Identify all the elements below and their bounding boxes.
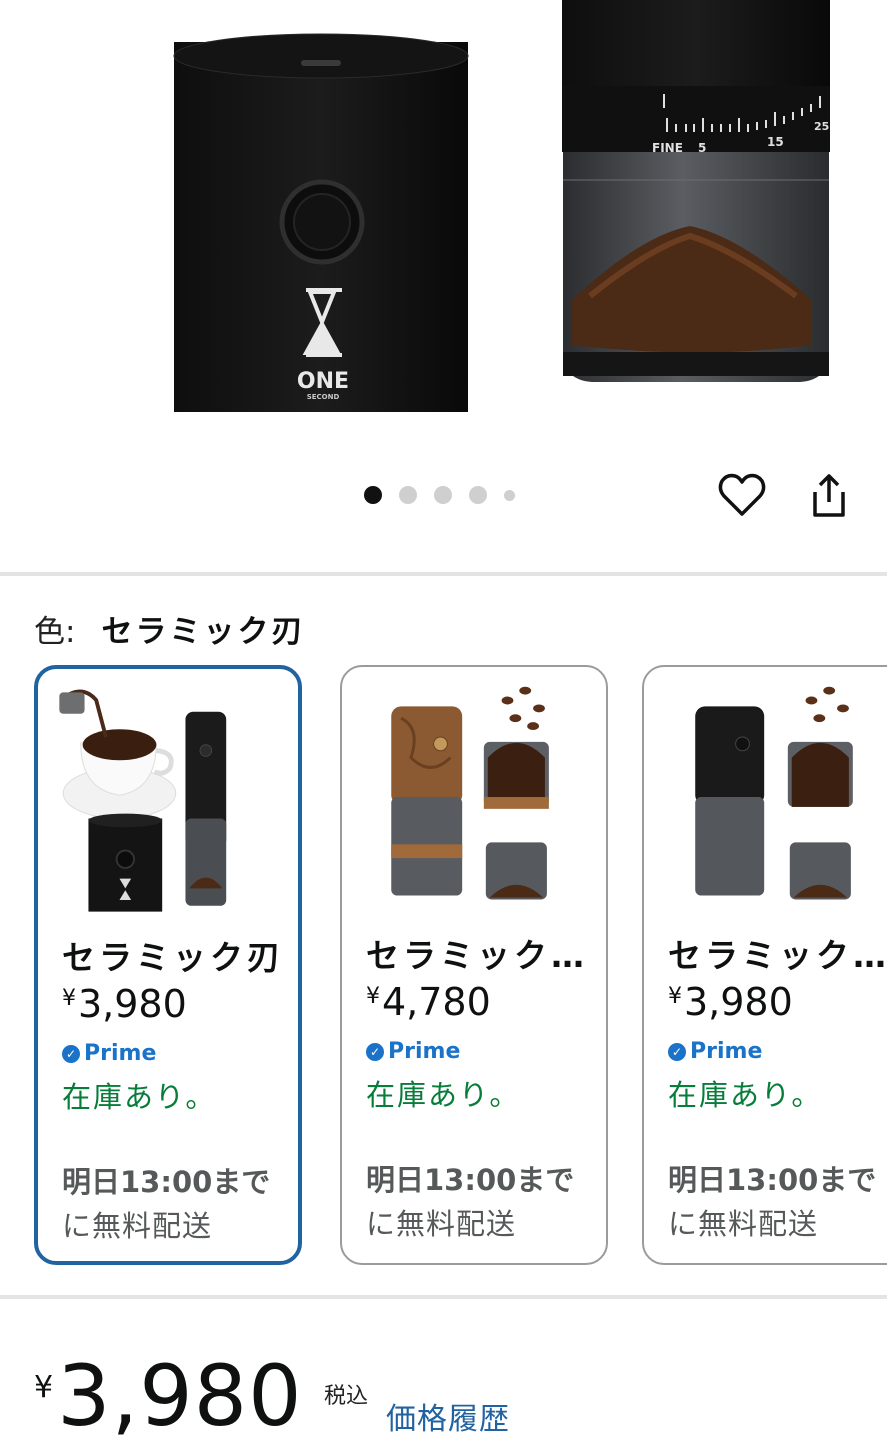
variation-card[interactable]: セラミック… ¥ 4,780 ✓ Prime 在庫あり。 明日13:00まで に…	[340, 665, 608, 1265]
color-value: セラミック刃	[101, 614, 306, 650]
carousel-dot[interactable]	[399, 486, 417, 504]
delivery-note: に無料配送	[62, 1209, 213, 1243]
section-divider	[0, 572, 887, 576]
currency-symbol: ¥	[62, 986, 76, 1011]
prime-label: Prime	[690, 1039, 763, 1064]
wishlist-button[interactable]	[716, 470, 768, 520]
share-icon	[813, 474, 845, 517]
variation-price: ¥ 3,980	[62, 982, 187, 1026]
price-amount: 3,980	[78, 982, 187, 1026]
prime-badge: ✓ Prime	[668, 1039, 762, 1064]
svg-text:25: 25	[814, 120, 829, 133]
stock-status: 在庫あり。	[668, 1078, 823, 1112]
prime-badge: ✓ Prime	[62, 1041, 156, 1066]
variation-thumbnail	[59, 689, 227, 912]
svg-text:ONE: ONE	[297, 369, 349, 394]
share-button[interactable]	[806, 470, 852, 520]
svg-text:15: 15	[767, 135, 784, 149]
delivery-date: 明日13:00まで	[668, 1163, 877, 1197]
variation-thumbnail	[391, 686, 549, 900]
color-label: 色:	[34, 614, 76, 650]
variation-name: セラミック…	[668, 936, 887, 975]
check-icon: ✓	[668, 1042, 686, 1061]
stock-status: 在庫あり。	[366, 1078, 521, 1112]
svg-text:SECOND: SECOND	[307, 393, 340, 401]
variation-name: セラミック刃	[62, 938, 284, 977]
variation-card[interactable]: セラミック… ¥ 3,980 ✓ Prime 在庫あり。 明日13:00まで に…	[642, 665, 887, 1265]
section-divider	[0, 1295, 887, 1299]
stock-status: 在庫あり。	[62, 1080, 217, 1114]
variation-price: ¥ 4,780	[366, 980, 491, 1024]
price-amount: 3,980	[57, 1347, 303, 1445]
color-selection-heading: 色: セラミック刃	[34, 606, 305, 651]
product-image-carousel[interactable]: ONE SECOND FINE 5 15 25	[0, 0, 887, 460]
prime-label: Prime	[388, 1039, 461, 1064]
variation-thumbnail	[695, 686, 853, 900]
heart-icon	[718, 473, 766, 516]
price-amount: 3,980	[684, 980, 793, 1024]
variation-price: ¥ 3,980	[668, 980, 793, 1024]
prime-label: Prime	[84, 1041, 157, 1066]
currency-symbol: ¥	[668, 984, 682, 1009]
product-image: ONE SECOND FINE 5 15 25	[173, 0, 830, 412]
variation-name: セラミック…	[366, 936, 588, 975]
check-icon: ✓	[366, 1042, 384, 1061]
delivery-note: に無料配送	[366, 1207, 517, 1241]
carousel-dot[interactable]	[504, 489, 515, 501]
variation-card[interactable]: セラミック刃 ¥ 3,980 ✓ Prime 在庫あり。 明日13:00まで に…	[34, 665, 302, 1265]
currency-symbol: ¥	[366, 984, 380, 1009]
carousel-pagination[interactable]	[364, 486, 515, 504]
prime-badge: ✓ Prime	[366, 1039, 460, 1064]
delivery-date: 明日13:00まで	[62, 1165, 271, 1199]
carousel-dot[interactable]	[364, 486, 382, 504]
carousel-dot[interactable]	[469, 486, 487, 504]
main-price: ¥ 3,980	[34, 1350, 303, 1442]
delivery-note: に無料配送	[668, 1207, 819, 1241]
delivery-date: 明日13:00まで	[366, 1163, 575, 1197]
tax-included-note: 税込	[324, 1384, 369, 1409]
currency-symbol: ¥	[34, 1370, 54, 1405]
check-icon: ✓	[62, 1044, 80, 1063]
price-amount: 4,780	[382, 980, 491, 1024]
price-history-link[interactable]: 価格履歴	[386, 1394, 510, 1438]
carousel-dot[interactable]	[434, 486, 452, 504]
